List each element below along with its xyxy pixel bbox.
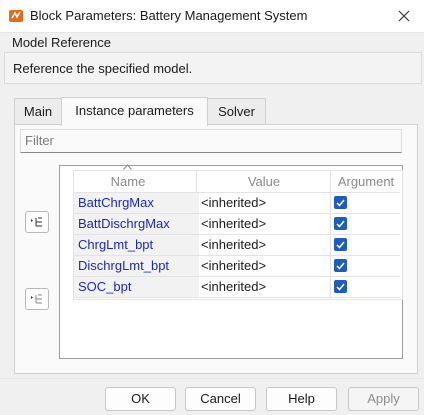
param-value[interactable]: <inherited> [197, 214, 334, 235]
argument-cell [331, 193, 400, 214]
table-row: ChrgLmt_bpt <inherited> [74, 235, 400, 256]
argument-checkbox[interactable] [334, 259, 347, 272]
param-value[interactable]: <inherited> [197, 277, 334, 298]
param-value[interactable]: <inherited> [197, 256, 334, 277]
column-header-name[interactable]: Name [74, 173, 182, 190]
param-name[interactable]: DischrgLmt_bpt [74, 256, 199, 277]
argument-cell [331, 214, 400, 235]
tab-solver[interactable]: Solver [207, 98, 266, 125]
column-header-value[interactable]: Value [197, 173, 331, 190]
close-button[interactable] [392, 4, 416, 28]
checkmark-icon [336, 241, 345, 249]
argument-checkbox[interactable] [334, 280, 347, 293]
checkmark-icon [336, 220, 345, 228]
sort-ascending-icon [123, 164, 132, 170]
column-header-argument[interactable]: Argument [331, 173, 401, 190]
apply-button[interactable]: Apply [348, 387, 419, 411]
argument-checkbox[interactable] [334, 196, 347, 209]
block-type-title: Model Reference [12, 35, 111, 50]
table-row: BattChrgMax <inherited> [74, 193, 400, 214]
cancel-button[interactable]: Cancel [185, 387, 256, 411]
checkmark-icon [336, 199, 345, 207]
argument-cell [331, 235, 400, 256]
footer-divider [0, 378, 424, 379]
description-box: Reference the specified model. [4, 52, 422, 84]
table-row: BattDischrgMax <inherited> [74, 214, 400, 235]
tab-main[interactable]: Main [14, 98, 62, 125]
param-value[interactable]: <inherited> [197, 235, 334, 256]
argument-cell [331, 277, 400, 298]
window-title: Block Parameters: Battery Management Sys… [30, 8, 308, 23]
title-bar: Block Parameters: Battery Management Sys… [0, 0, 424, 33]
help-button[interactable]: Help [266, 387, 337, 411]
param-name[interactable]: ChrgLmt_bpt [74, 235, 199, 256]
expand-all-button[interactable] [25, 211, 49, 233]
expand-tree-icon [31, 217, 42, 227]
param-value[interactable]: <inherited> [197, 193, 334, 214]
argument-checkbox[interactable] [334, 238, 347, 251]
filter-box[interactable] [20, 129, 402, 153]
close-icon [398, 10, 410, 22]
param-name[interactable]: BattDischrgMax [74, 214, 199, 235]
filter-input[interactable] [21, 130, 399, 150]
collapse-all-button[interactable] [25, 288, 49, 310]
simulink-app-icon [9, 10, 23, 22]
tab-instance-parameters[interactable]: Instance parameters [61, 97, 208, 126]
block-description: Reference the specified model. [13, 61, 193, 76]
checkmark-icon [336, 262, 345, 270]
param-name[interactable]: BattChrgMax [74, 193, 199, 214]
ok-button[interactable]: OK [105, 387, 176, 411]
table-row: DischrgLmt_bpt <inherited> [74, 256, 400, 277]
checkmark-icon [336, 283, 345, 291]
table-row: SOC_bpt <inherited> [74, 277, 400, 298]
collapse-tree-icon [31, 294, 42, 304]
argument-checkbox[interactable] [334, 217, 347, 230]
argument-cell [331, 256, 400, 277]
param-name[interactable]: SOC_bpt [74, 277, 199, 298]
